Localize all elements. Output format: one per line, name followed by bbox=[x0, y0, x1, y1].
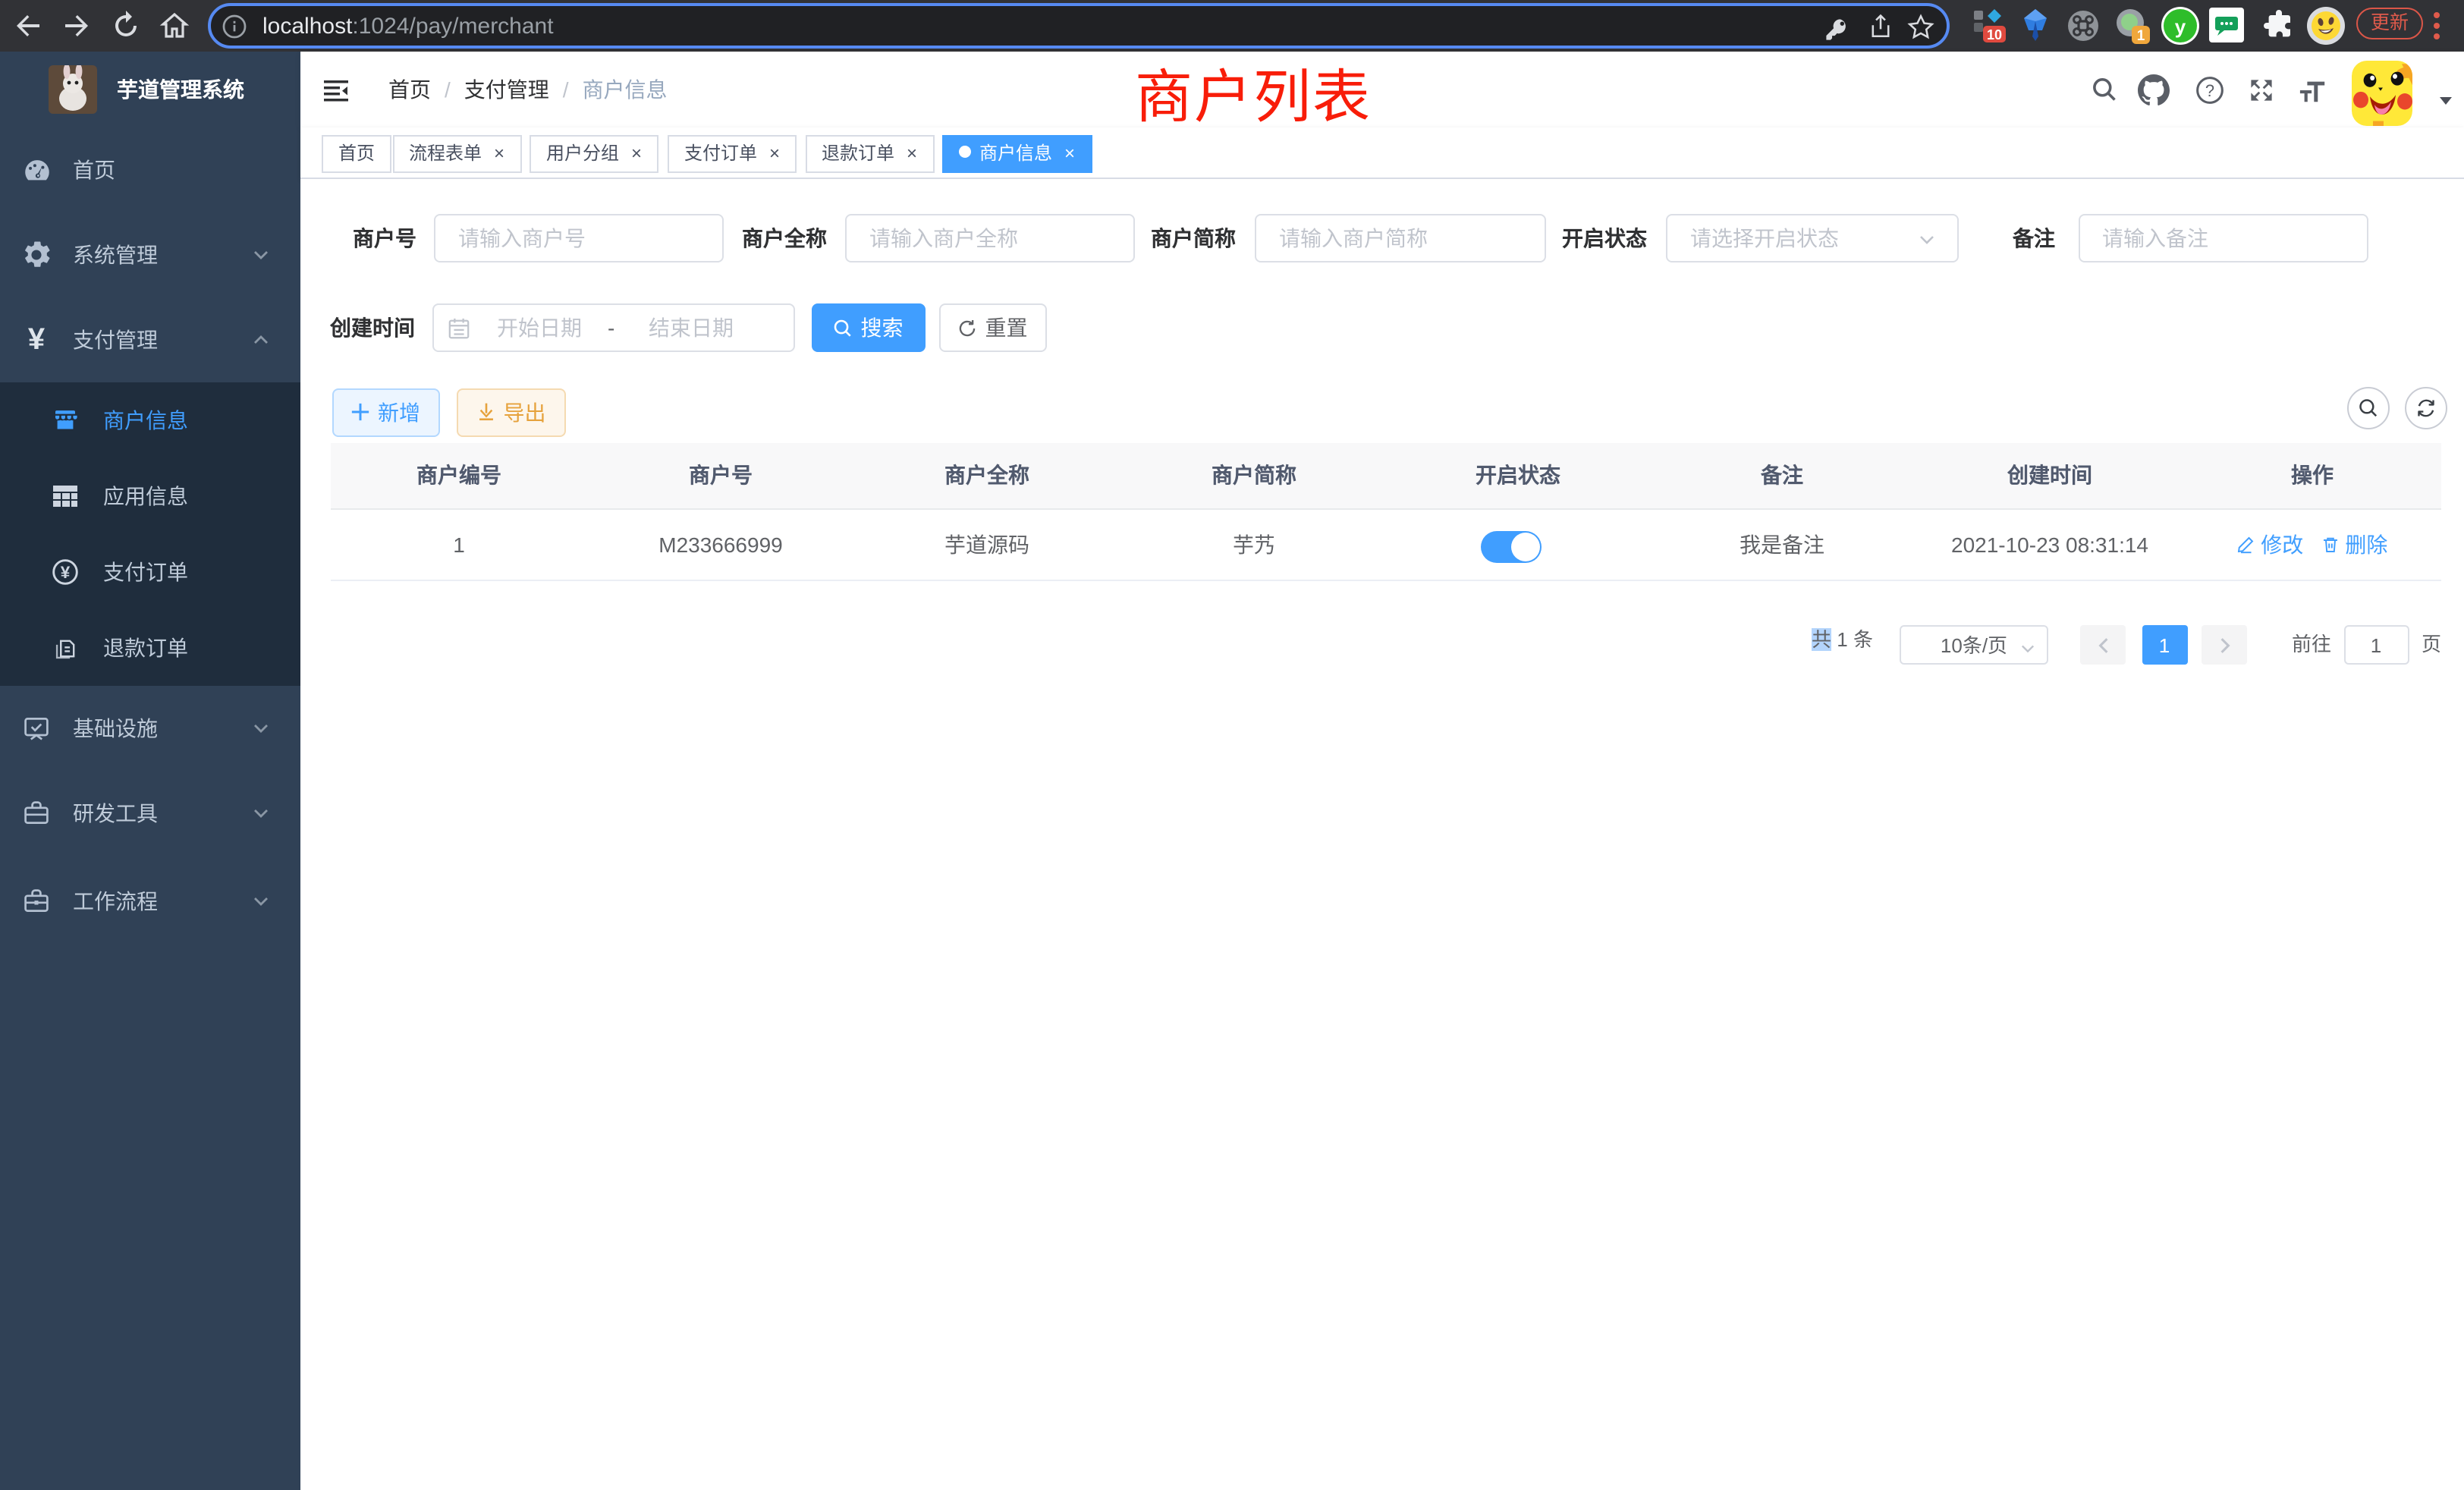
svg-text:10: 10 bbox=[1987, 27, 2002, 42]
svg-text:y: y bbox=[2175, 15, 2186, 38]
svg-text:?: ? bbox=[2205, 80, 2214, 99]
svg-text:1: 1 bbox=[2137, 28, 2145, 44]
svg-text:¥: ¥ bbox=[61, 563, 71, 582]
